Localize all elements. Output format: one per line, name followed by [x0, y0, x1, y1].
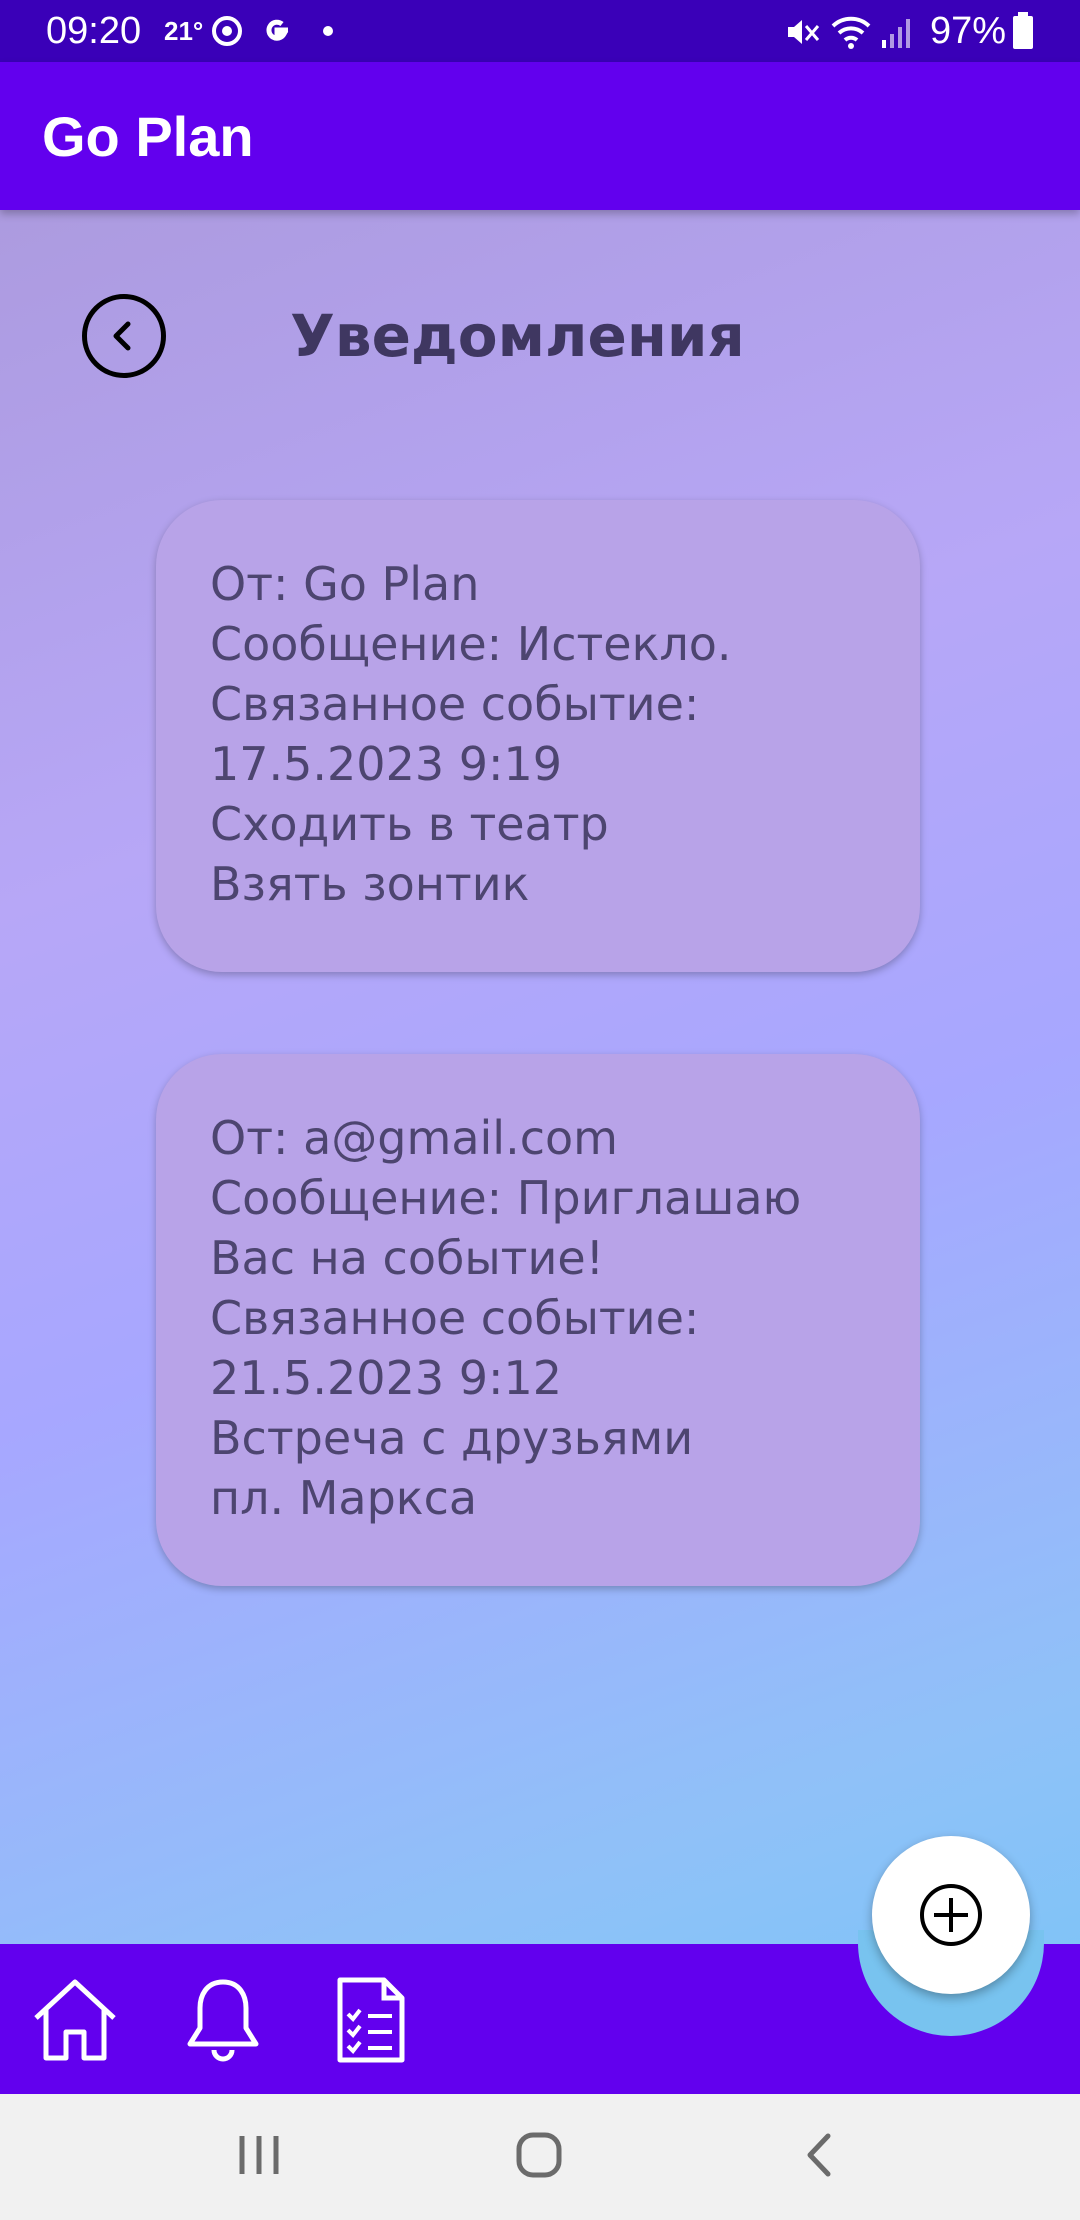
notification-message: Сообщение: Приглашаю	[210, 1171, 802, 1225]
nav-notifications-button[interactable]	[178, 1974, 268, 2068]
home-outline-icon	[516, 2132, 562, 2178]
add-event-button[interactable]	[872, 1836, 1030, 1994]
status-bar: 09:20 21° 97%	[0, 0, 1080, 62]
sync-icon	[210, 14, 244, 53]
notification-datetime: 17.5.2023 9:19	[210, 737, 563, 791]
notification-related-label: Связанное событие:	[210, 1291, 700, 1345]
notification-message: Сообщение: Истекло.	[210, 617, 732, 671]
nav-home-button[interactable]	[30, 1974, 120, 2068]
status-temperature: 21°	[164, 16, 204, 46]
home-system-button[interactable]	[514, 2130, 564, 2184]
notification-event-detail: Взять зонтик	[210, 857, 530, 911]
bell-icon	[187, 1979, 259, 2062]
notification-event-detail: пл. Маркса	[210, 1471, 478, 1525]
recents-button[interactable]	[236, 2130, 282, 2184]
notification-event-title: Сходить в театр	[210, 797, 609, 851]
battery-percent: 97%	[930, 10, 1007, 52]
notification-from: От: a@gmail.com	[210, 1111, 618, 1165]
app-bar: Go Plan	[0, 62, 1080, 210]
notification-card[interactable]: От: a@gmail.com Сообщение: Приглашаю Вас…	[156, 1054, 920, 1586]
checklist-icon	[337, 1977, 405, 2063]
back-system-button[interactable]	[800, 2130, 840, 2184]
notification-card[interactable]: От: Go Plan Сообщение: Истекло. Связанно…	[156, 500, 920, 972]
notification-message-continued: Вас на событие!	[210, 1231, 605, 1285]
plus-circle-icon	[920, 1884, 982, 1946]
home-icon	[34, 1979, 116, 2061]
dot-icon	[322, 24, 334, 42]
notification-related-label: Связанное событие:	[210, 677, 700, 731]
page-title: Уведомления	[290, 302, 745, 370]
battery-icon	[1012, 12, 1034, 55]
notification-from: От: Go Plan	[210, 557, 480, 611]
recents-icon	[239, 2136, 279, 2174]
signal-icon	[880, 14, 916, 55]
notification-datetime: 21.5.2023 9:12	[210, 1351, 563, 1405]
system-navigation-bar	[0, 2094, 1080, 2220]
notification-event-title: Встреча с друзьями	[210, 1411, 694, 1465]
google-icon	[260, 14, 294, 53]
wifi-icon	[830, 14, 872, 55]
nav-tasks-button[interactable]	[326, 1974, 416, 2068]
status-time: 09:20	[46, 10, 142, 52]
back-chevron-icon	[807, 2133, 831, 2177]
app-title: Go Plan	[42, 105, 254, 168]
mute-icon	[784, 14, 820, 55]
